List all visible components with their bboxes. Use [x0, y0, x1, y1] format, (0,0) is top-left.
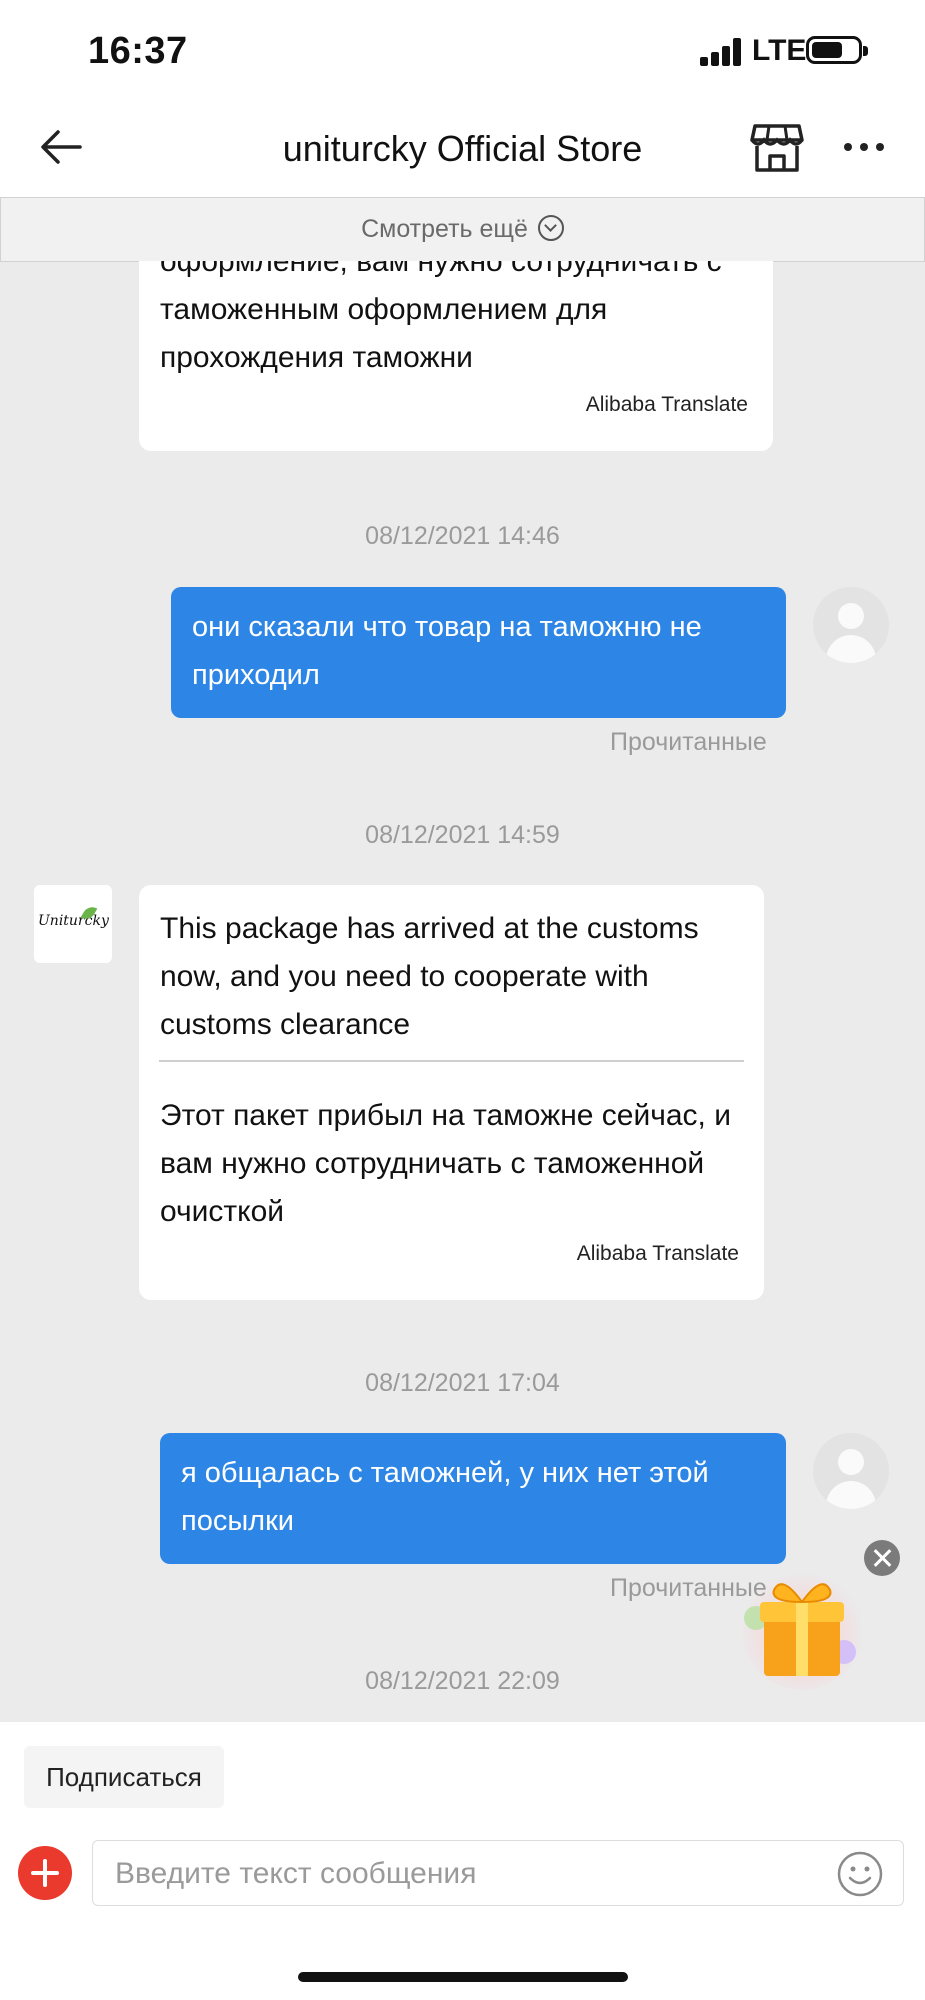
see-more-button[interactable]: Смотреть ещё: [0, 197, 925, 262]
translation-divider: [159, 1060, 744, 1062]
translator-label: Alibaba Translate: [585, 393, 748, 416]
home-indicator: [298, 1972, 628, 1982]
read-status: Прочитанные: [610, 728, 767, 756]
message-text: они сказали что товар на таможню не прих…: [192, 611, 702, 691]
user-avatar[interactable]: [813, 1433, 889, 1509]
status-time: 16:37: [88, 30, 188, 72]
chevron-down-icon: [537, 215, 564, 241]
timestamp: 08/12/2021 14:46: [365, 522, 560, 550]
signal-icon: [700, 38, 744, 66]
message-original-text: This package has arrived at the customs …: [160, 912, 699, 1041]
message-input[interactable]: [113, 1841, 817, 1907]
composer-area: Подписаться: [0, 1722, 925, 2000]
store-logo: Uniturcky: [38, 913, 109, 929]
message-bubble-store: оформление, вам нужно сотрудничать с там…: [139, 261, 773, 451]
chat-header: uniturcky Official Store: [0, 100, 925, 198]
plus-icon[interactable]: [18, 1846, 72, 1900]
ellipsis-icon[interactable]: [842, 130, 886, 164]
battery-icon: [806, 36, 868, 64]
timestamp: 08/12/2021 14:59: [365, 821, 560, 849]
status-bar: 16:37 LTE: [0, 0, 925, 100]
message-list[interactable]: оформление, вам нужно сотрудничать с там…: [0, 261, 925, 1722]
user-avatar[interactable]: [813, 587, 889, 663]
storefront-icon[interactable]: [750, 120, 804, 174]
network-label: LTE: [752, 34, 807, 67]
message-text: оформление, вам нужно сотрудничать с там…: [160, 261, 722, 374]
message-bubble-user: я общалась с таможней, у них нет этой по…: [160, 1433, 786, 1564]
message-bubble-store: This package has arrived at the customs …: [139, 885, 764, 1300]
message-input-container: [92, 1840, 904, 1907]
translator-label: Alibaba Translate: [576, 1242, 739, 1265]
message-text: я общалась с таможней, у них нет этой по…: [181, 1457, 709, 1537]
store-avatar[interactable]: Uniturcky: [34, 885, 112, 963]
see-more-label: Смотреть ещё: [361, 215, 528, 243]
message-translated-text: Этот пакет прибыл на таможне сейчас, и в…: [160, 1099, 731, 1228]
timestamp: 08/12/2021 17:04: [365, 1369, 560, 1397]
gift-icon[interactable]: [730, 1560, 870, 1690]
message-bubble-user: они сказали что товар на таможню не прих…: [171, 587, 786, 718]
emoji-icon[interactable]: [837, 1851, 883, 1897]
subscribe-button[interactable]: Подписаться: [24, 1746, 224, 1808]
